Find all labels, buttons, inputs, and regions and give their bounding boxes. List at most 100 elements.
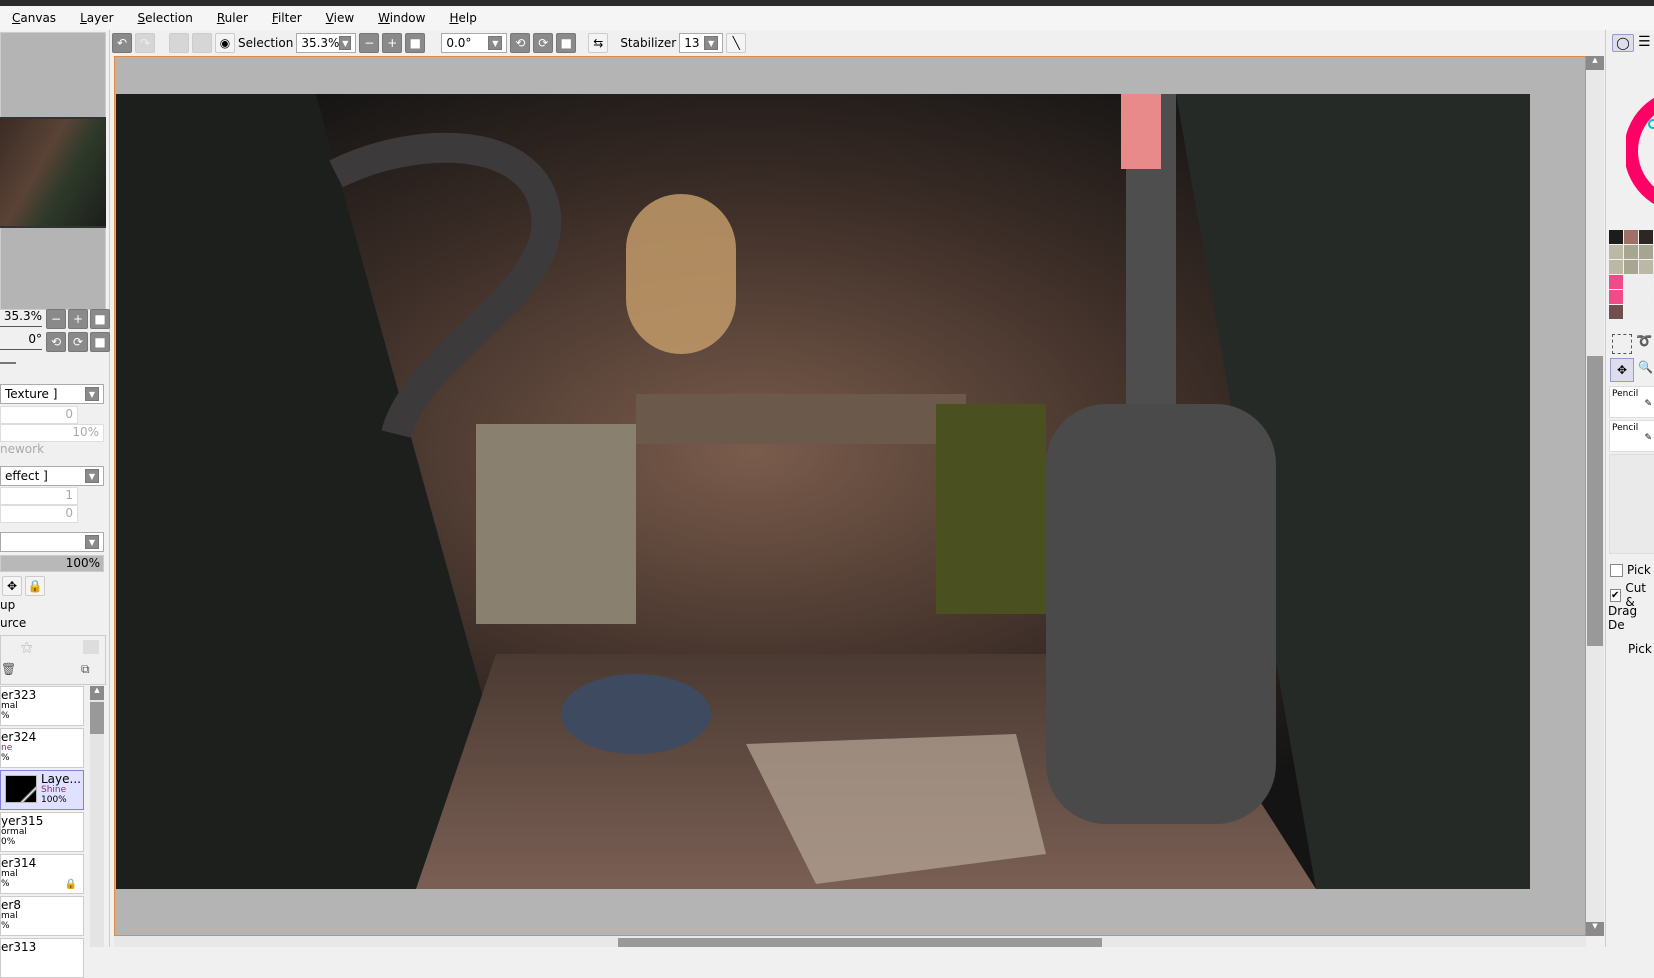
rotate-left-button[interactable]: ⟲ — [46, 332, 66, 352]
scroll-thumb[interactable] — [618, 938, 1102, 947]
layer-item[interactable]: er323 mal% — [0, 686, 84, 726]
color-swatch[interactable] — [1624, 230, 1638, 244]
zoom-tool-icon[interactable]: 🔍 — [1638, 360, 1653, 374]
menu-bar: Canvas Layer Selection Ruler Filter View… — [0, 6, 1654, 30]
menu-view[interactable]: View — [314, 11, 366, 25]
chevron-down-icon: ▼ — [339, 36, 352, 50]
zoom-out-button[interactable]: − — [359, 33, 380, 53]
color-swatch[interactable] — [1624, 260, 1638, 274]
nav-angle-value[interactable]: 0° — [0, 332, 42, 350]
rotate-left-button[interactable]: ⟲ — [510, 33, 531, 53]
texture-value-2[interactable]: 10% — [0, 424, 104, 442]
scroll-thumb[interactable] — [90, 702, 104, 734]
brush-label: Pencil — [1612, 389, 1639, 399]
slider-tab-icon[interactable]: ☰ — [1638, 34, 1651, 50]
rotate-reset-button[interactable]: ■ — [90, 332, 110, 352]
rotate-right-button[interactable]: ⟳ — [68, 332, 88, 352]
canvas-artwork[interactable] — [116, 94, 1530, 889]
slider-handle[interactable] — [0, 362, 16, 364]
zoom-in-button[interactable]: + — [68, 309, 88, 329]
scroll-down-icon[interactable]: ▼ — [1586, 922, 1604, 936]
trash-icon[interactable]: 🗑 — [1, 662, 16, 676]
layer-scrollbar[interactable]: ▲ — [90, 686, 104, 947]
brush-slots[interactable] — [1609, 454, 1654, 554]
vertical-scrollbar[interactable]: ▲ ▼ — [1586, 56, 1604, 936]
nav-zoom-value[interactable]: 35.3% — [0, 309, 42, 327]
cut-checkbox[interactable]: ✔ — [1610, 588, 1622, 602]
color-swatch[interactable] — [1624, 290, 1638, 304]
color-swatch[interactable] — [1639, 275, 1653, 289]
angle-select[interactable]: 0.0° ▼ — [441, 33, 508, 53]
menu-layer[interactable]: Layer — [68, 11, 125, 25]
scroll-thumb[interactable] — [1587, 356, 1603, 646]
move-tool-icon[interactable]: ✥ — [1610, 358, 1634, 382]
deselect-button[interactable] — [169, 33, 189, 53]
line-tool-button[interactable]: ╲ — [726, 33, 747, 53]
color-swatch[interactable] — [1639, 230, 1653, 244]
zoom-select[interactable]: 35.3% ▼ — [296, 33, 357, 53]
brush-pencil-1[interactable]: Pencil ✎ — [1609, 386, 1654, 418]
color-swatch[interactable] — [1639, 290, 1653, 304]
texture-value-1[interactable]: 0 — [0, 406, 78, 424]
mask-icon[interactable] — [83, 640, 99, 654]
zoom-reset-button[interactable]: ■ — [405, 33, 426, 53]
scroll-up-icon[interactable]: ▲ — [90, 686, 104, 700]
zoom-out-button[interactable]: − — [46, 309, 66, 329]
layer-item[interactable]: er314 mal% 🔒 — [0, 854, 84, 894]
opacity-bar[interactable]: 100% — [0, 555, 104, 572]
color-swatch[interactable] — [1639, 305, 1653, 319]
layer-item[interactable]: Laye... Shine 100% — [0, 770, 84, 810]
menu-selection[interactable]: Selection — [126, 11, 205, 25]
color-wheel-tab-icon[interactable]: ◯ — [1612, 34, 1634, 52]
lock-icon[interactable]: 🔒 — [25, 576, 45, 596]
redo-button[interactable]: ↷ — [135, 33, 155, 53]
color-swatch[interactable] — [1609, 245, 1623, 259]
rotate-right-button[interactable]: ⟳ — [533, 33, 554, 53]
zoom-in-button[interactable]: + — [382, 33, 403, 53]
effect-value-1[interactable]: 1 — [0, 487, 78, 505]
horizontal-scrollbar[interactable] — [114, 936, 1586, 947]
navigator-thumbnail[interactable] — [0, 117, 106, 228]
eye-icon[interactable]: ◉ — [215, 33, 235, 53]
texture-select[interactable]: Texture ] ▼ — [0, 384, 104, 404]
scroll-up-icon[interactable]: ▲ — [1586, 56, 1604, 70]
zoom-reset-button[interactable]: ■ — [90, 309, 110, 329]
menu-window[interactable]: Window — [366, 11, 437, 25]
color-wheel[interactable] — [1626, 66, 1654, 236]
lasso-icon[interactable]: ➰ — [1636, 334, 1652, 349]
layer-item[interactable]: er324 ne% — [0, 728, 84, 768]
color-swatch[interactable] — [1609, 230, 1623, 244]
color-swatch[interactable] — [1624, 305, 1638, 319]
layer-tools: ⚝ 🗑 ⧉ — [0, 635, 106, 685]
undo-button[interactable]: ↶ — [112, 33, 132, 53]
effect-value-2[interactable]: 0 — [0, 505, 78, 523]
flip-horizontal-button[interactable]: ⇆ — [588, 33, 609, 53]
color-swatch[interactable] — [1639, 245, 1653, 259]
color-swatch[interactable] — [1609, 305, 1623, 319]
color-swatch[interactable] — [1624, 275, 1638, 289]
color-swatch[interactable] — [1639, 260, 1653, 274]
brush-pencil-2[interactable]: Pencil ✎ — [1609, 420, 1654, 452]
rect-select-icon[interactable] — [1612, 334, 1632, 354]
layer-effect-icon[interactable]: ⚝ — [21, 640, 33, 655]
clear-button[interactable] — [192, 33, 212, 53]
layer-item[interactable]: yer315 ormal 0% — [0, 812, 84, 852]
blend-mode-select[interactable]: ▼ — [0, 532, 104, 552]
pick-checkbox[interactable] — [1610, 563, 1623, 577]
menu-help[interactable]: Help — [437, 11, 488, 25]
rotate-reset-button[interactable]: ■ — [556, 33, 577, 53]
color-swatch[interactable] — [1609, 290, 1623, 304]
menu-ruler[interactable]: Ruler — [205, 11, 260, 25]
stabilizer-select[interactable]: 13 ▼ — [679, 33, 724, 53]
new-layer-icon[interactable]: ⧉ — [81, 662, 90, 677]
effect-select[interactable]: effect ] ▼ — [0, 466, 104, 486]
pick-checkbox-row[interactable]: Pick — [1610, 563, 1651, 577]
move-icon[interactable]: ✥ — [2, 576, 22, 596]
menu-filter[interactable]: Filter — [260, 11, 314, 25]
color-swatch[interactable] — [1609, 275, 1623, 289]
menu-canvas[interactable]: Canvas — [0, 11, 68, 25]
layer-item[interactable]: er8 mal% — [0, 896, 84, 936]
layer-item[interactable]: er313 — [0, 938, 84, 978]
color-swatch[interactable] — [1609, 260, 1623, 274]
color-swatch[interactable] — [1624, 245, 1638, 259]
